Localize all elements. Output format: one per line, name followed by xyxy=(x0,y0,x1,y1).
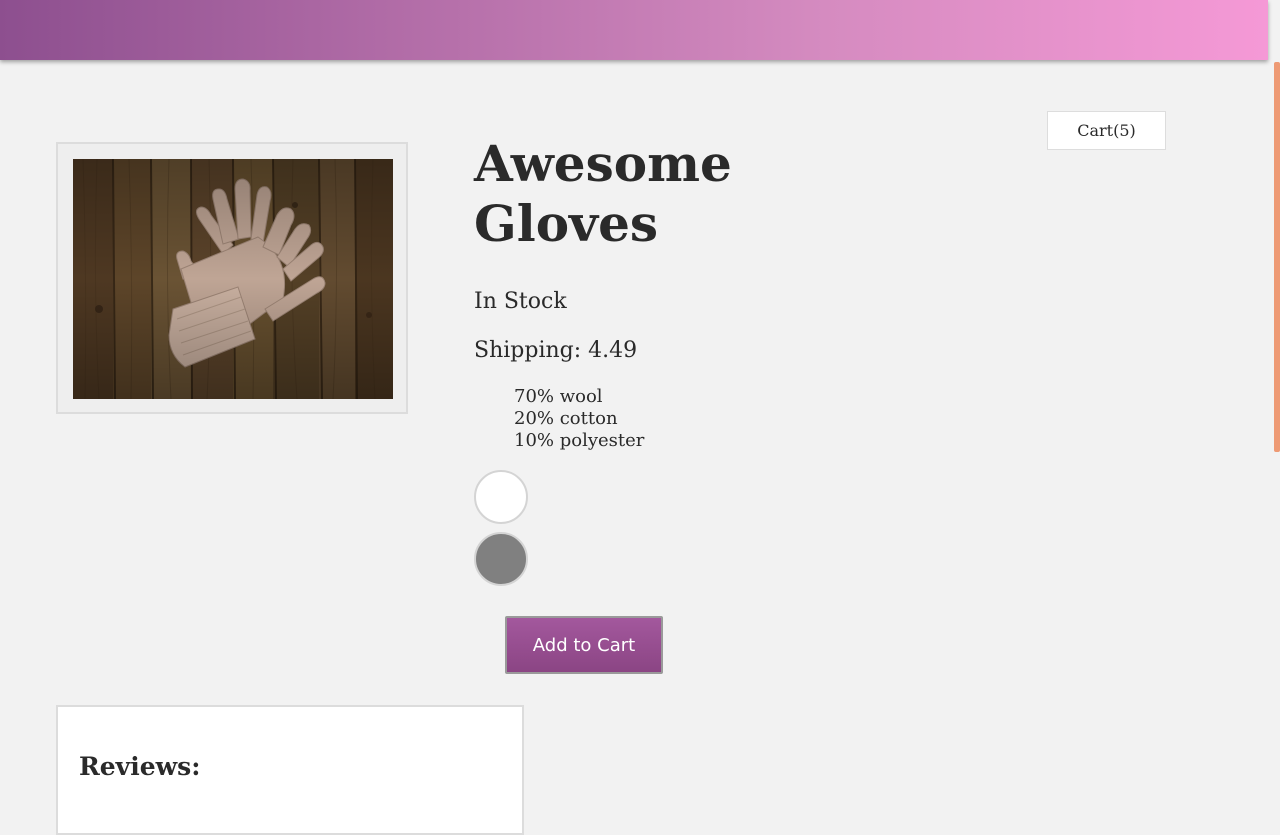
color-swatch-gray[interactable] xyxy=(474,532,528,586)
material-item: 70% wool xyxy=(514,386,603,407)
shipping-cost: Shipping: 4.49 xyxy=(474,338,638,363)
scrollbar-thumb[interactable] xyxy=(1274,62,1280,452)
add-to-cart-button[interactable]: Add to Cart xyxy=(505,616,663,674)
color-swatch-white[interactable] xyxy=(474,470,528,524)
materials-list: 70% wool 20% cotton 10% polyester xyxy=(514,386,644,452)
reviews-heading: Reviews: xyxy=(79,752,201,781)
product-image-frame xyxy=(56,142,408,414)
stock-status: In Stock xyxy=(474,289,567,314)
product-title: Awesome Gloves xyxy=(474,134,732,253)
cart-button[interactable]: Cart(5) xyxy=(1047,111,1166,150)
material-item: 20% cotton xyxy=(514,408,618,429)
header-bar xyxy=(0,0,1268,60)
reviews-section: Reviews: xyxy=(56,705,524,835)
scrollbar-track[interactable] xyxy=(1274,0,1280,828)
material-item: 10% polyester xyxy=(514,430,645,451)
product-image xyxy=(73,159,393,399)
